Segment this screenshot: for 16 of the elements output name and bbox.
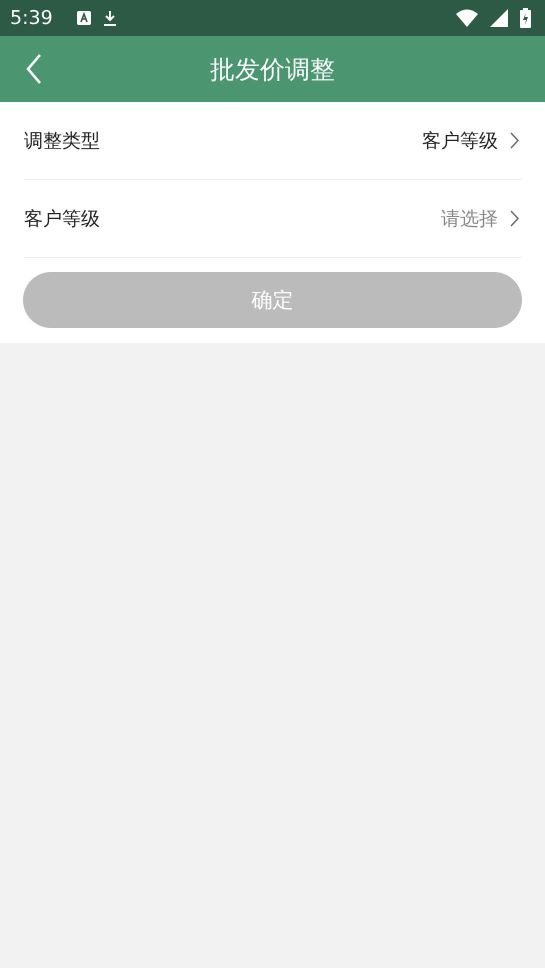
app-notification-icon: [76, 11, 91, 25]
status-time: 5:39: [10, 7, 53, 29]
signal-icon: [490, 9, 508, 27]
download-icon: [102, 10, 117, 26]
row-label: 客户等级: [24, 206, 100, 232]
row-placeholder: 请选择: [441, 206, 498, 232]
row-value: 客户等级: [422, 128, 498, 154]
wifi-icon: [456, 9, 478, 27]
form-row[interactable]: 客户等级 请选择: [24, 180, 521, 258]
chevron-icon: [510, 210, 519, 227]
battery-icon: [520, 8, 531, 28]
form-row[interactable]: 调整类型 客户等级: [24, 102, 521, 180]
back-icon[interactable]: [26, 54, 42, 84]
chevron-icon: [510, 132, 519, 149]
row-label: 调整类型: [24, 128, 100, 154]
page-title: 批发价调整: [210, 54, 335, 86]
